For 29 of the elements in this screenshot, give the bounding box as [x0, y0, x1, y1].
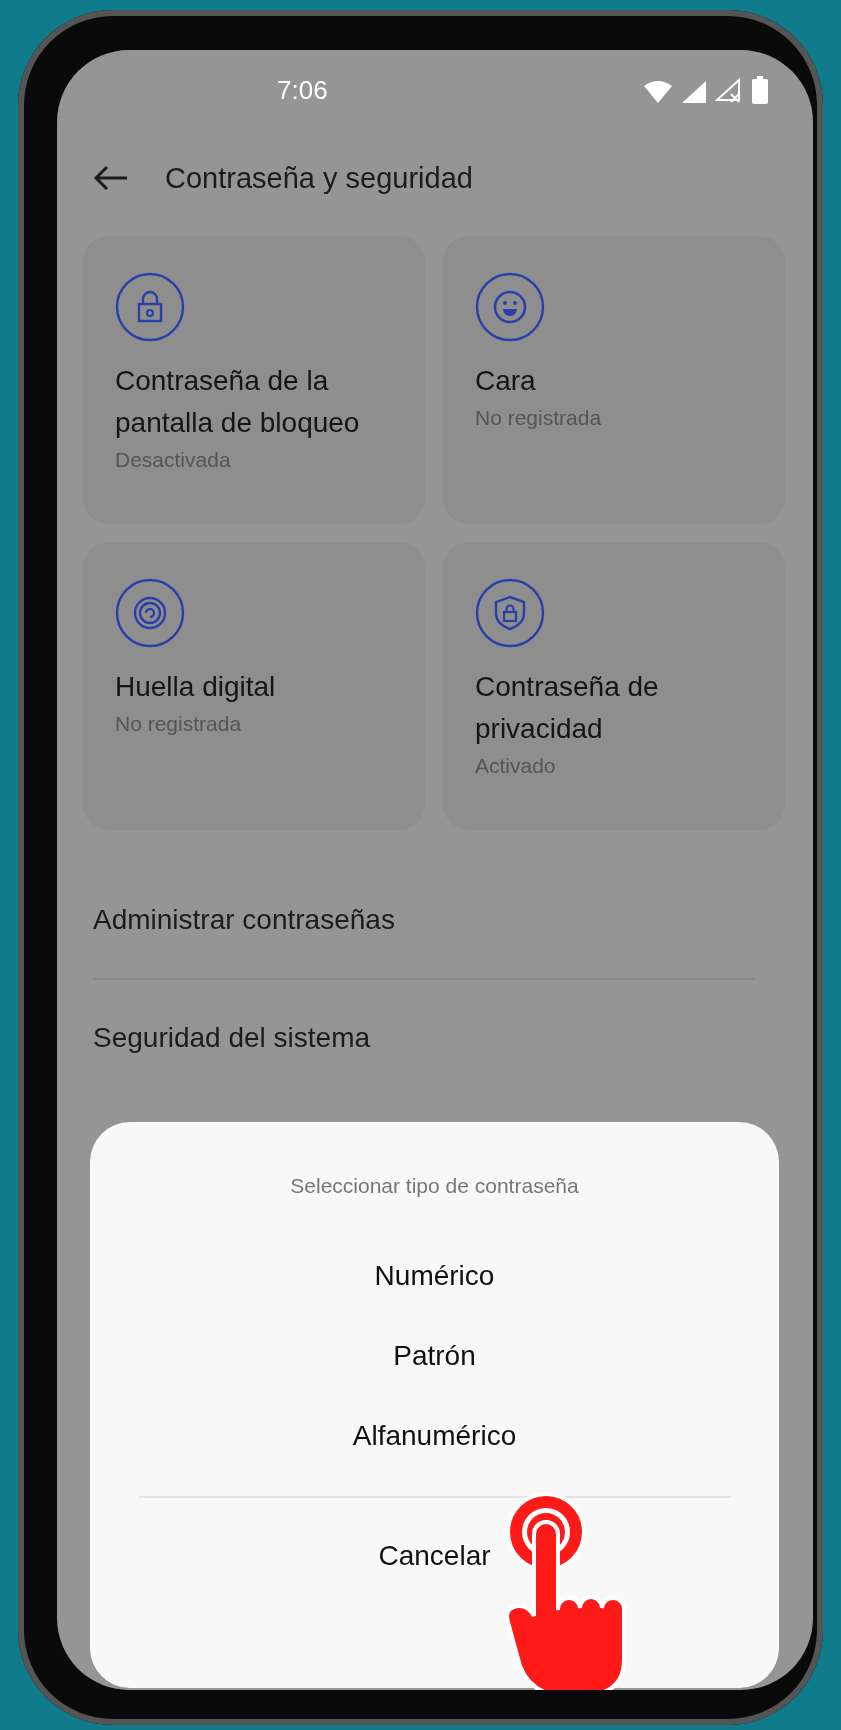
- option-item[interactable]: Numérico: [314, 1236, 555, 1316]
- settings-card[interactable]: Contraseña de la pantalla de bloqueo Desactivada: [83, 236, 425, 524]
- card-title: Contraseña de privacidad: [475, 670, 660, 746]
- card-title: Huella digital: [115, 670, 277, 704]
- settings-card[interactable]: Cara No registrada: [443, 236, 785, 524]
- settings-card[interactable]: Huella digital No registrada: [83, 542, 425, 830]
- battery-icon: [751, 76, 769, 104]
- list-item[interactable]: Seguridad del sistema: [93, 990, 755, 1086]
- card-status: Activado: [475, 754, 557, 778]
- option-item[interactable]: Patrón: [333, 1316, 536, 1396]
- option-item[interactable]: Alfanumérico: [292, 1396, 577, 1476]
- shield-lock-icon: [475, 578, 545, 648]
- card-status: Desactivada: [115, 448, 232, 472]
- smiley-icon: [475, 272, 545, 342]
- settings-card[interactable]: Contraseña de privacidad Activado: [443, 542, 785, 830]
- card-status: No registrada: [475, 406, 603, 430]
- fingerprint-icon: [115, 578, 185, 648]
- card-title: Contraseña de la pantalla de bloqueo: [115, 364, 361, 440]
- list-item[interactable]: Administrar contraseñas: [93, 872, 755, 968]
- lock-icon: [115, 272, 185, 342]
- no-signal-icon: [715, 78, 743, 104]
- signal-icon: [681, 80, 707, 104]
- card-status: No registrada: [115, 712, 243, 736]
- back-button[interactable]: [93, 165, 129, 191]
- page-title: Contraseña y seguridad: [165, 161, 473, 195]
- status-time: 7:06: [277, 75, 328, 106]
- wifi-icon: [643, 80, 673, 104]
- dialog-title: Seleccionar tipo de contraseña: [290, 1174, 579, 1198]
- card-title: Cara: [475, 364, 537, 398]
